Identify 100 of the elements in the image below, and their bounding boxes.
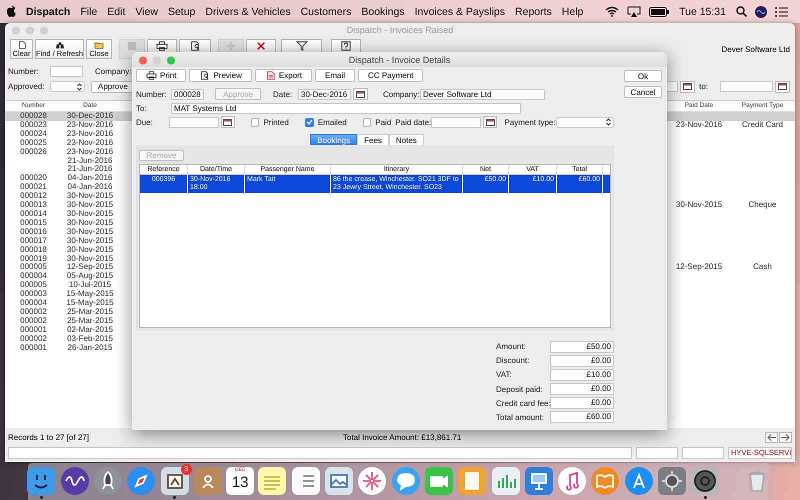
calendar-button[interactable] — [353, 88, 368, 100]
table-cell: Cash — [753, 262, 772, 272]
open-book-icon[interactable] — [590, 466, 620, 496]
calendar-icon — [223, 118, 232, 126]
smiling-face-icon[interactable] — [26, 466, 56, 496]
flower-icon[interactable] — [357, 466, 388, 496]
menu-item[interactable]: Edit — [107, 6, 126, 18]
cancel-button[interactable]: Cancel — [624, 86, 662, 98]
table-cell: Cheque — [748, 200, 777, 210]
list-icon[interactable] — [775, 6, 788, 16]
podium-icon[interactable] — [524, 466, 554, 496]
table-cell: 21-Jun-2016 — [68, 156, 112, 165]
next-button[interactable] — [779, 432, 792, 442]
previous-button[interactable] — [765, 432, 778, 442]
checklist-icon[interactable] — [290, 466, 321, 496]
table-cell: Credit Card — [742, 120, 783, 129]
menu-item[interactable]: Bookings — [361, 6, 405, 18]
action-button[interactable]: Preview — [189, 69, 252, 82]
menu-item[interactable]: Invoices & Payslips — [414, 6, 506, 18]
calendar-button[interactable] — [775, 80, 790, 92]
battery-icon[interactable] — [649, 6, 670, 16]
paid-date-field[interactable] — [431, 116, 482, 128]
calendar-button[interactable] — [483, 116, 498, 128]
action-button[interactable]: Export — [254, 69, 312, 82]
colorful-orb-icon[interactable] — [755, 6, 767, 18]
field-label: Credit card fee: — [496, 398, 550, 408]
compass-icon[interactable] — [126, 466, 156, 496]
video-camera-icon[interactable] — [424, 466, 454, 496]
date-to-field[interactable] — [720, 81, 773, 92]
bar-chart-icon[interactable] — [490, 466, 521, 496]
table-cell: 000003 — [20, 289, 47, 298]
calendar-button[interactable] — [680, 80, 696, 92]
letter-a-icon[interactable] — [624, 466, 654, 496]
stamp-icon[interactable] — [160, 466, 190, 496]
menu-item[interactable]: Drivers & Vehicles — [205, 6, 291, 18]
music-note-icon[interactable] — [557, 466, 588, 496]
amount-field[interactable]: £10.00 — [550, 369, 614, 381]
table-cell: 30-Nov-2015 — [66, 244, 114, 254]
checkbox[interactable] — [304, 118, 314, 126]
calendar-day: 13 — [232, 474, 249, 491]
table-cell: 23-Nov-2016 — [676, 120, 722, 129]
to-field[interactable]: MAT Systems Ltd — [171, 102, 521, 114]
action-button[interactable]: Print — [136, 69, 186, 82]
number-field[interactable]: 000028 — [171, 88, 204, 100]
checkbox[interactable] — [250, 118, 260, 126]
wifi-icon[interactable] — [605, 6, 620, 17]
display-icon[interactable] — [627, 6, 642, 17]
table-cell: 02-Mar-2015 — [67, 324, 113, 334]
photo-viewer-icon[interactable] — [324, 466, 354, 496]
status-field — [682, 447, 724, 459]
table-cell: 000015 — [20, 218, 47, 227]
amount-field[interactable]: £60.00 — [550, 411, 614, 423]
amount-field[interactable]: £0.00 — [550, 397, 614, 409]
approve-button[interactable]: Approve — [91, 80, 135, 92]
window-title: Dispatch - Invoices Raised — [346, 25, 454, 35]
search-icon[interactable] — [736, 6, 747, 17]
table-cell: 000025 — [20, 138, 47, 147]
address-book-icon[interactable] — [192, 466, 223, 496]
approved-select[interactable] — [50, 81, 85, 92]
amount-field[interactable]: £0.00 — [550, 355, 614, 367]
menubar-clock[interactable]: Tue 15:31 — [679, 6, 726, 18]
running-indicator — [40, 496, 43, 499]
calendar-button[interactable] — [220, 116, 235, 128]
table-cell: 000005 — [20, 280, 47, 290]
amount-field[interactable]: £0.00 — [550, 383, 614, 395]
tab[interactable]: Fees — [357, 134, 389, 146]
printer-icon — [156, 41, 168, 51]
total-invoice-amount: Total Invoice Amount: £13,861.71 — [343, 432, 462, 442]
ok-button[interactable]: Ok — [624, 70, 662, 82]
apple-logo-icon[interactable] — [6, 5, 17, 18]
menu-item[interactable]: Reports — [515, 6, 552, 18]
date-field[interactable]: 30-Dec-2016 — [298, 88, 351, 100]
action-button[interactable]: Email — [315, 69, 356, 82]
number-field[interactable] — [50, 66, 83, 77]
app-menu[interactable]: Dispatch — [26, 6, 70, 18]
checkbox-label: Printed — [263, 118, 289, 126]
rocket-icon[interactable] — [92, 466, 123, 496]
checkbox[interactable] — [362, 118, 372, 126]
menu-item[interactable]: File — [80, 6, 98, 18]
table-cell: 23-Nov-2016 — [66, 146, 114, 156]
notepad-icon[interactable] — [257, 466, 288, 496]
tyre-icon[interactable] — [690, 466, 720, 496]
table-cell: 000001 — [20, 324, 47, 334]
menu-item[interactable]: Setup — [168, 6, 196, 18]
menu-item[interactable]: Customers — [300, 6, 352, 18]
amount-field[interactable]: £50.00 — [550, 341, 614, 352]
table-cell: 30-Nov-2015 — [66, 218, 114, 227]
menu-item[interactable]: View — [135, 6, 158, 18]
running-indicator — [704, 496, 707, 499]
sound-wave-icon[interactable] — [60, 466, 90, 496]
speech-bubble-icon[interactable] — [390, 466, 421, 496]
menu-item[interactable]: Help — [562, 6, 584, 18]
running-indicator — [173, 496, 176, 499]
table-cell: 23-Nov-2016 — [66, 128, 114, 138]
calendar-icon — [683, 83, 692, 90]
due-field[interactable] — [168, 116, 219, 128]
action-button[interactable]: CC Payment — [358, 69, 424, 82]
company-field[interactable]: Dever Software Ltd — [420, 88, 545, 100]
pen-document-icon[interactable] — [457, 466, 488, 496]
field-label: Payment type: — [504, 118, 556, 126]
